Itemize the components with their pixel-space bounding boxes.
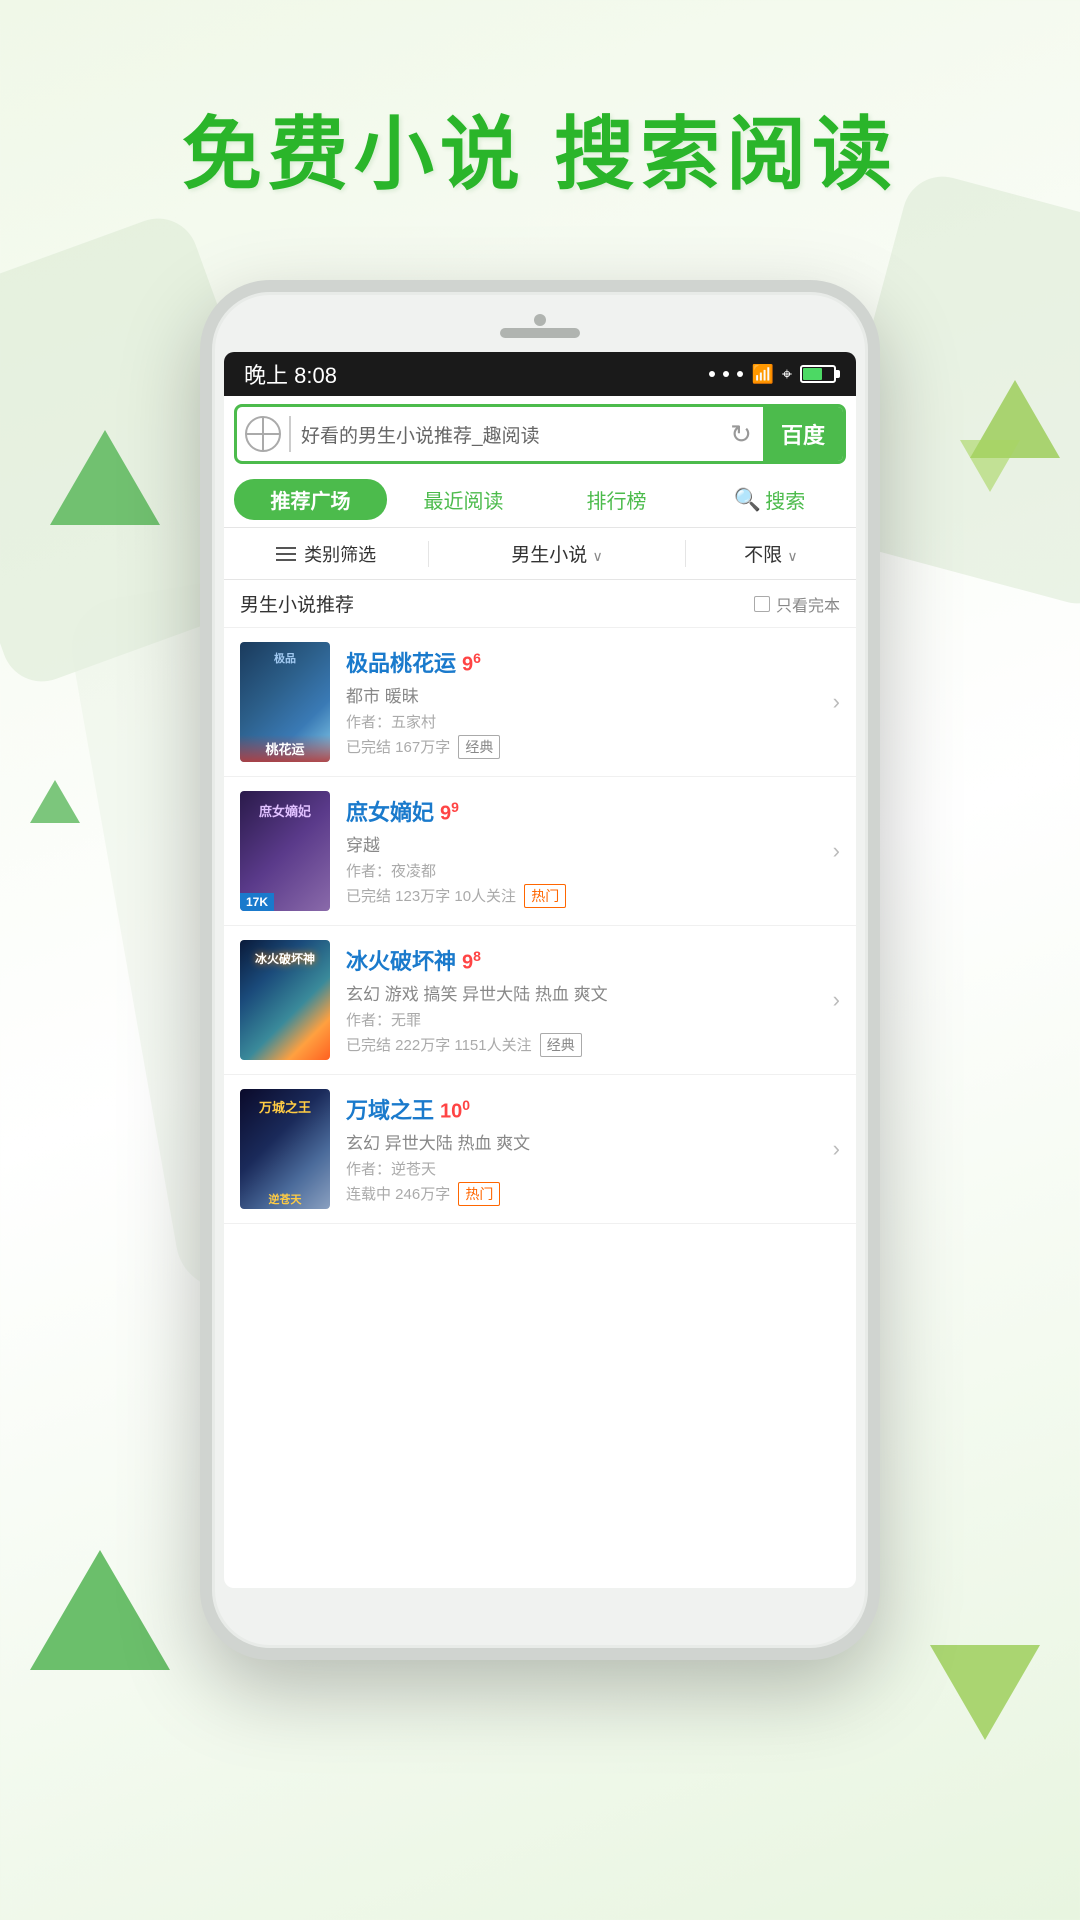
book-rating-4: 100 [440,1097,470,1124]
filter-limit-button[interactable]: 不限 ∨ [686,540,856,567]
book-info-2: 庶女嫡妃 99 穿越 作者：夜凌都 已完结 123万字 10人关注 热门 [346,795,823,908]
book-title-3: 冰火破坏神 [346,944,456,976]
filter-limit-label: 不限 [744,545,782,566]
search-tab-icon: 🔍 [734,487,761,513]
book-tags-2: 穿越 [346,831,823,856]
signal-icon: ⌖ [782,364,792,385]
book-item-2[interactable]: 庶女嫡妃 17K 庶女嫡妃 99 穿越 作者：夜凌都 已完结 123万字 10人… [224,777,856,926]
triangle-small-left [30,780,80,823]
triangle-top-right-2 [960,440,1020,492]
cover-4-label: 逆苍天 [240,1189,330,1209]
status-time: 晚上 8:08 [244,358,337,390]
signal-dot-3 [737,371,743,377]
book-cover-3: 冰火破坏神 [240,940,330,1060]
section-header: 男生小说推荐 只看完本 [224,580,856,628]
book-item-1[interactable]: 极品 桃花运 极品桃花运 96 都市 暖昧 作者：五家村 已完结 167万字 经… [224,628,856,777]
book-tags-4: 玄幻 异世大陆 热血 爽文 [346,1129,823,1154]
cover-2-badge: 17K [240,893,274,911]
only-complete-label: 只看完本 [776,592,840,616]
status-bar: 晚上 8:08 📶 ⌖ [224,352,856,396]
book-title-2: 庶女嫡妃 [346,795,434,827]
book-rating-3: 98 [462,948,481,975]
book-chevron-1: › [833,689,840,715]
phone-screen: 晚上 8:08 📶 ⌖ 好看的男生小说推荐_趣阅读 ↻ 百度 推荐广 [224,352,856,1588]
signal-dot-1 [709,371,715,377]
book-item-3[interactable]: 冰火破坏神 冰火破坏神 98 玄幻 游戏 搞笑 异世大陆 热血 爽文 作者：无罪… [224,926,856,1075]
section-title: 男生小说推荐 [240,590,354,617]
triangle-top-left [50,430,160,525]
book-list: 极品 桃花运 极品桃花运 96 都市 暖昧 作者：五家村 已完结 167万字 经… [224,628,856,1224]
book-chevron-2: › [833,838,840,864]
globe-icon [245,416,281,452]
book-author-1: 作者：五家村 [346,711,823,732]
book-badge-4: 热门 [458,1182,500,1206]
triangle-bottom-right [930,1645,1040,1740]
book-cover-1: 极品 桃花运 [240,642,330,762]
phone-camera [534,314,546,326]
book-author-4: 作者：逆苍天 [346,1158,823,1179]
book-info-4: 万域之王 100 玄幻 异世大陆 热血 爽文 作者：逆苍天 连载中 246万字 … [346,1093,823,1206]
book-tags-1: 都市 暖昧 [346,682,823,707]
search-bar[interactable]: 好看的男生小说推荐_趣阅读 ↻ 百度 [234,404,846,464]
book-item-4[interactable]: 万城之王 逆苍天 万域之王 100 玄幻 异世大陆 热血 爽文 作者：逆苍天 连… [224,1075,856,1224]
book-stats-3: 已完结 222万字 1151人关注 经典 [346,1033,823,1057]
book-chevron-3: › [833,987,840,1013]
phone-mockup: 晚上 8:08 📶 ⌖ 好看的男生小说推荐_趣阅读 ↻ 百度 推荐广 [200,280,880,1660]
book-rating-1: 96 [462,650,481,677]
book-title-4: 万域之王 [346,1093,434,1125]
only-complete-checkbox[interactable] [754,596,770,612]
book-stats-2: 已完结 123万字 10人关注 热门 [346,884,823,908]
tab-ranking[interactable]: 排行榜 [540,485,693,514]
battery-icon [800,365,836,383]
genre-chevron-icon: ∨ [593,548,603,564]
book-info-1: 极品桃花运 96 都市 暖昧 作者：五家村 已完结 167万字 经典 [346,646,823,759]
search-query[interactable]: 好看的男生小说推荐_趣阅读 [301,421,719,448]
cover-1-label: 桃花运 [240,735,330,762]
book-cover-2: 庶女嫡妃 17K [240,791,330,911]
filter-category-button[interactable]: 类别筛选 [224,541,429,567]
only-complete-filter[interactable]: 只看完本 [754,592,840,616]
page-title: 免费小说 搜索阅读 [0,90,1080,206]
wifi-icon: 📶 [751,364,773,385]
book-title-1: 极品桃花运 [346,646,456,678]
tab-recent[interactable]: 最近阅读 [387,485,540,514]
tab-recommend[interactable]: 推荐广场 [234,479,387,520]
book-badge-3: 经典 [540,1033,582,1057]
book-info-3: 冰火破坏神 98 玄幻 游戏 搞笑 异世大陆 热血 爽文 作者：无罪 已完结 2… [346,944,823,1057]
book-cover-4: 万城之王 逆苍天 [240,1089,330,1209]
book-stats-4: 连载中 246万字 热门 [346,1182,823,1206]
status-icons: 📶 ⌖ [709,364,836,385]
book-stats-1: 已完结 167万字 经典 [346,735,823,759]
tab-bar: 推荐广场 最近阅读 排行榜 🔍 搜索 [224,472,856,528]
filter-category-label: 类别筛选 [304,541,376,567]
filter-row: 类别筛选 男生小说 ∨ 不限 ∨ [224,528,856,580]
triangle-bottom-left [30,1550,170,1670]
book-chevron-4: › [833,1136,840,1162]
refresh-icon[interactable]: ↻ [719,412,763,456]
signal-dot-2 [723,371,729,377]
baidu-button[interactable]: 百度 [763,407,843,461]
book-rating-2: 99 [440,799,459,826]
tab-search[interactable]: 🔍 搜索 [693,485,846,514]
book-tags-3: 玄幻 游戏 搞笑 异世大陆 热血 爽文 [346,980,823,1005]
search-divider [289,416,291,452]
book-author-3: 作者：无罪 [346,1009,823,1030]
filter-lines-icon [276,547,296,561]
limit-chevron-icon: ∨ [787,548,797,564]
book-badge-1: 经典 [458,735,500,759]
book-author-2: 作者：夜凌都 [346,860,823,881]
phone-speaker [500,328,580,338]
book-badge-2: 热门 [524,884,566,908]
filter-genre-button[interactable]: 男生小说 ∨ [429,540,685,567]
filter-genre-label: 男生小说 [511,545,587,566]
